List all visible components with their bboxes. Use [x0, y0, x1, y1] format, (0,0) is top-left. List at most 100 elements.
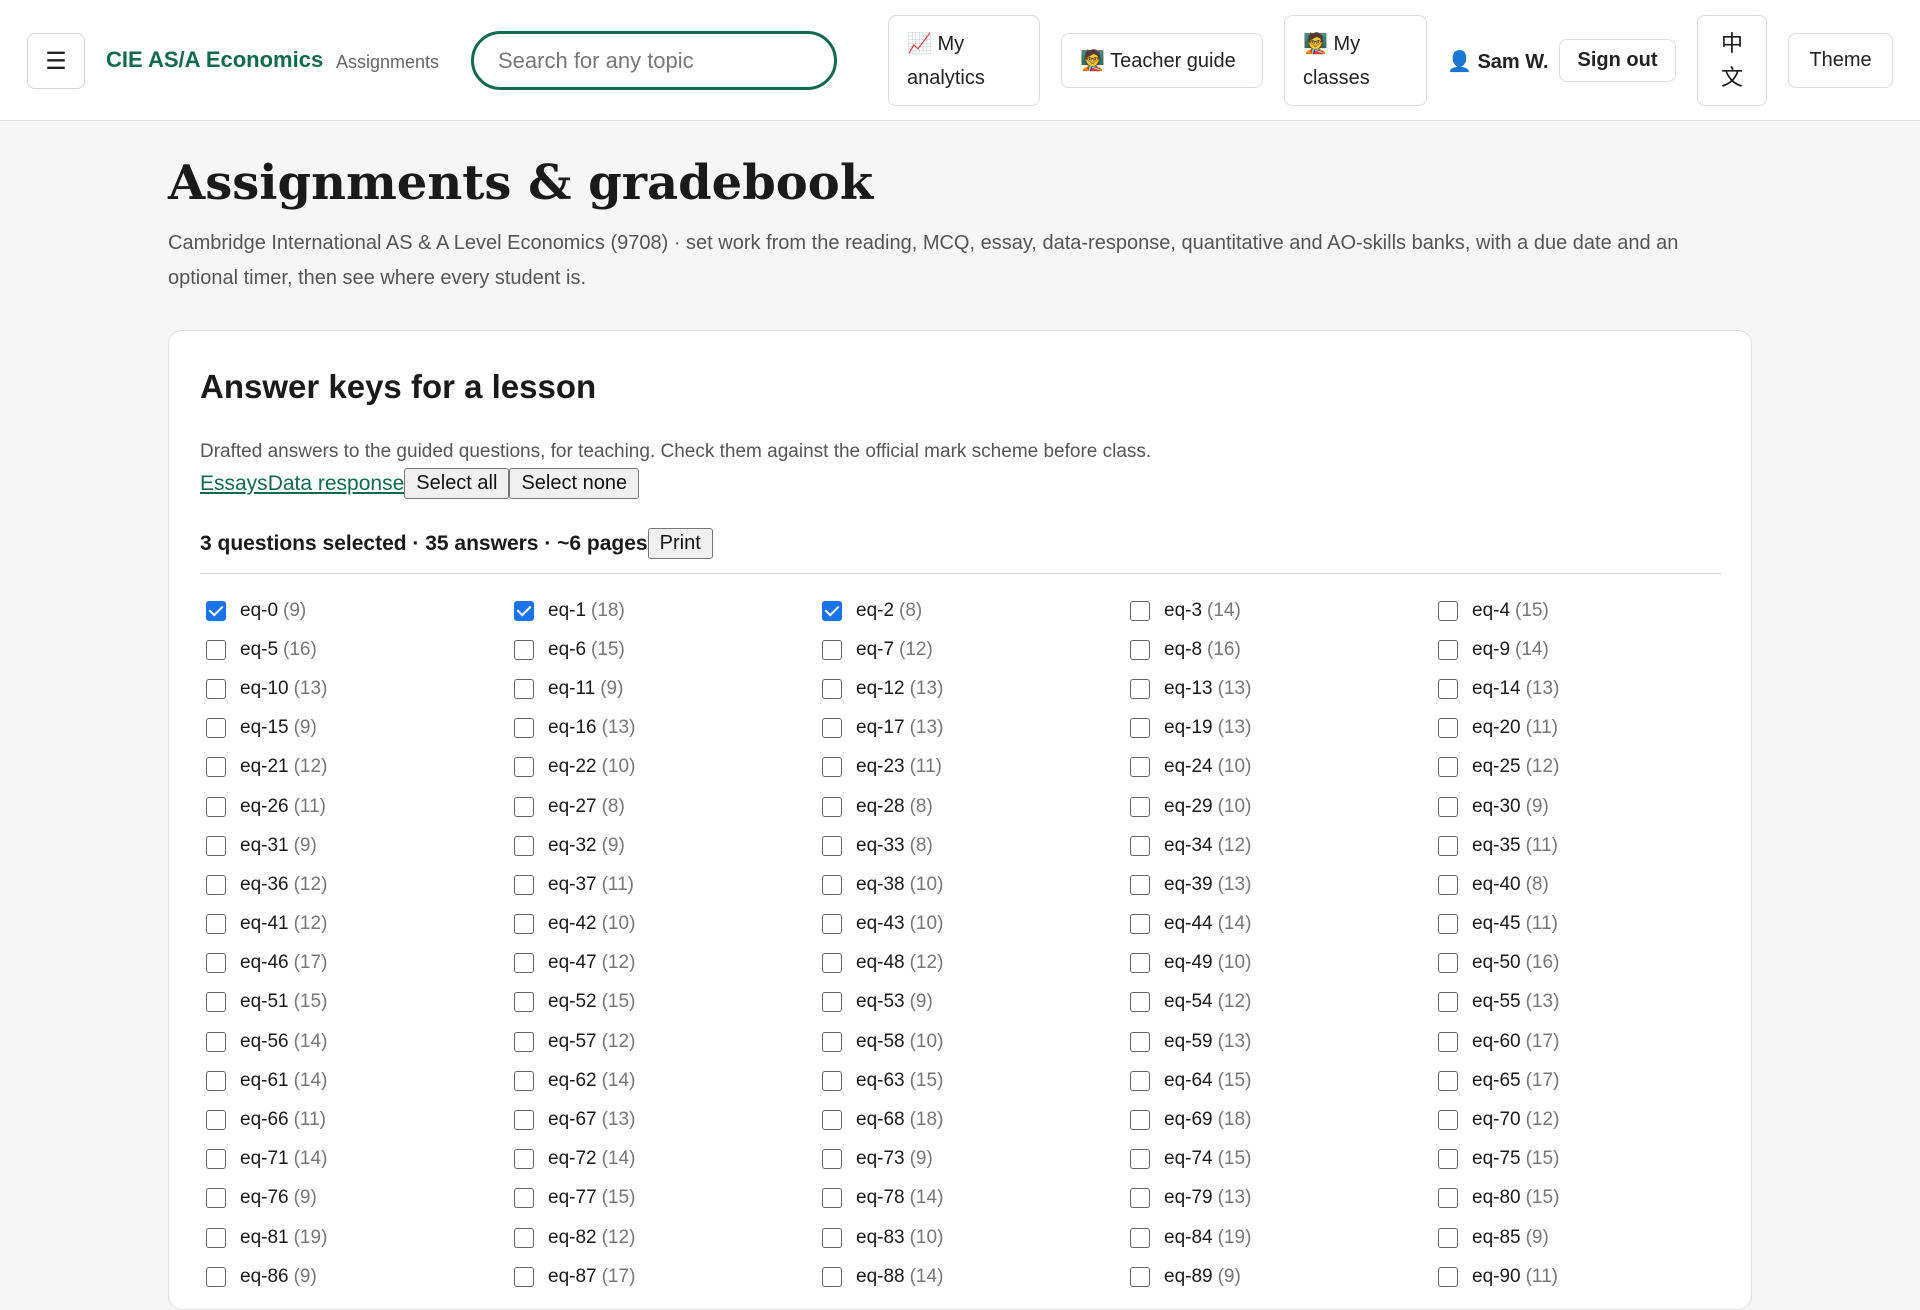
question-item[interactable]: eq-65 (17) — [1432, 1061, 1740, 1100]
question-item[interactable]: eq-82 (12) — [508, 1218, 816, 1257]
question-checkbox[interactable] — [822, 1110, 842, 1131]
question-checkbox[interactable] — [1438, 600, 1458, 621]
question-checkbox[interactable] — [1130, 639, 1150, 660]
question-checkbox[interactable] — [822, 835, 842, 856]
question-checkbox[interactable] — [822, 992, 842, 1013]
question-item[interactable]: eq-68 (18) — [816, 1100, 1124, 1139]
question-item[interactable]: eq-47 (12) — [508, 944, 816, 983]
question-item[interactable]: eq-34 (12) — [1124, 826, 1432, 865]
question-item[interactable]: eq-29 (10) — [1124, 787, 1432, 826]
question-item[interactable]: eq-71 (14) — [200, 1140, 508, 1179]
question-checkbox[interactable] — [1130, 678, 1150, 699]
question-checkbox[interactable] — [206, 796, 226, 817]
question-checkbox[interactable] — [1130, 835, 1150, 856]
question-checkbox[interactable] — [822, 914, 842, 935]
question-checkbox[interactable] — [1130, 1188, 1150, 1209]
question-item[interactable]: eq-81 (19) — [200, 1218, 508, 1257]
question-checkbox[interactable] — [1130, 600, 1150, 621]
question-checkbox[interactable] — [514, 835, 534, 856]
search-input[interactable] — [471, 31, 837, 90]
question-item[interactable]: eq-26 (11) — [200, 787, 508, 826]
question-item[interactable]: eq-62 (14) — [508, 1061, 816, 1100]
question-checkbox[interactable] — [1130, 874, 1150, 895]
question-item[interactable]: eq-48 (12) — [816, 944, 1124, 983]
question-item[interactable]: eq-59 (13) — [1124, 1022, 1432, 1061]
question-item[interactable]: eq-27 (8) — [508, 787, 816, 826]
question-item[interactable]: eq-31 (9) — [200, 826, 508, 865]
question-checkbox[interactable] — [822, 796, 842, 817]
question-item[interactable]: eq-3 (14) — [1124, 591, 1432, 630]
question-checkbox[interactable] — [822, 639, 842, 660]
question-checkbox[interactable] — [1438, 914, 1458, 935]
question-checkbox[interactable] — [514, 1188, 534, 1209]
question-checkbox[interactable] — [1438, 796, 1458, 817]
question-checkbox[interactable] — [206, 1266, 226, 1287]
question-checkbox[interactable] — [1130, 757, 1150, 778]
question-checkbox[interactable] — [1438, 1070, 1458, 1091]
question-item[interactable]: eq-6 (15) — [508, 630, 816, 669]
question-item[interactable]: eq-30 (9) — [1432, 787, 1740, 826]
question-item[interactable]: eq-43 (10) — [816, 905, 1124, 944]
question-checkbox[interactable] — [514, 874, 534, 895]
question-item[interactable]: eq-10 (13) — [200, 669, 508, 708]
question-checkbox[interactable] — [514, 1266, 534, 1287]
select-all-button[interactable]: Select all — [404, 468, 510, 499]
question-item[interactable]: eq-72 (14) — [508, 1140, 816, 1179]
question-checkbox[interactable] — [822, 1031, 842, 1052]
question-item[interactable]: eq-86 (9) — [200, 1257, 508, 1296]
question-checkbox[interactable] — [1438, 953, 1458, 974]
question-item[interactable]: eq-19 (13) — [1124, 709, 1432, 748]
question-checkbox[interactable] — [206, 1227, 226, 1248]
question-item[interactable]: eq-9 (14) — [1432, 630, 1740, 669]
question-checkbox[interactable] — [514, 796, 534, 817]
my-analytics-button[interactable]: 📈 My analytics — [888, 15, 1040, 106]
question-checkbox[interactable] — [822, 1188, 842, 1209]
question-item[interactable]: eq-1 (18) — [508, 591, 816, 630]
question-checkbox[interactable] — [1130, 1227, 1150, 1248]
question-checkbox[interactable] — [514, 639, 534, 660]
question-item[interactable]: eq-45 (11) — [1432, 905, 1740, 944]
question-item[interactable]: eq-90 (11) — [1432, 1257, 1740, 1296]
question-item[interactable]: eq-42 (10) — [508, 905, 816, 944]
question-item[interactable]: eq-0 (9) — [200, 591, 508, 630]
question-checkbox[interactable] — [514, 600, 534, 621]
question-checkbox[interactable] — [1438, 718, 1458, 739]
question-checkbox[interactable] — [206, 1070, 226, 1091]
question-item[interactable]: eq-46 (17) — [200, 944, 508, 983]
tab-essays[interactable]: Essays — [200, 472, 268, 496]
tab-data-response[interactable]: Data response — [268, 472, 405, 496]
question-item[interactable]: eq-11 (9) — [508, 669, 816, 708]
question-item[interactable]: eq-63 (15) — [816, 1061, 1124, 1100]
question-checkbox[interactable] — [1130, 953, 1150, 974]
question-checkbox[interactable] — [1438, 992, 1458, 1013]
question-checkbox[interactable] — [822, 1070, 842, 1091]
question-checkbox[interactable] — [822, 757, 842, 778]
question-checkbox[interactable] — [1438, 874, 1458, 895]
question-item[interactable]: eq-89 (9) — [1124, 1257, 1432, 1296]
question-item[interactable]: eq-20 (11) — [1432, 709, 1740, 748]
menu-button[interactable]: ☰ — [27, 33, 85, 89]
question-item[interactable]: eq-58 (10) — [816, 1022, 1124, 1061]
my-classes-button[interactable]: 🧑‍🏫 My classes — [1284, 15, 1427, 106]
question-checkbox[interactable] — [206, 1110, 226, 1131]
question-checkbox[interactable] — [822, 678, 842, 699]
question-item[interactable]: eq-53 (9) — [816, 983, 1124, 1022]
question-item[interactable]: eq-77 (15) — [508, 1179, 816, 1218]
question-item[interactable]: eq-80 (15) — [1432, 1179, 1740, 1218]
question-item[interactable]: eq-33 (8) — [816, 826, 1124, 865]
question-item[interactable]: eq-21 (12) — [200, 748, 508, 787]
question-checkbox[interactable] — [822, 1227, 842, 1248]
question-item[interactable]: eq-64 (15) — [1124, 1061, 1432, 1100]
question-checkbox[interactable] — [206, 874, 226, 895]
question-item[interactable]: eq-69 (18) — [1124, 1100, 1432, 1139]
question-item[interactable]: eq-56 (14) — [200, 1022, 508, 1061]
question-item[interactable]: eq-12 (13) — [816, 669, 1124, 708]
question-item[interactable]: eq-23 (11) — [816, 748, 1124, 787]
question-checkbox[interactable] — [1130, 1031, 1150, 1052]
question-checkbox[interactable] — [514, 757, 534, 778]
question-item[interactable]: eq-4 (15) — [1432, 591, 1740, 630]
sign-out-button[interactable]: Sign out — [1559, 39, 1676, 82]
question-item[interactable]: eq-70 (12) — [1432, 1100, 1740, 1139]
question-item[interactable]: eq-88 (14) — [816, 1257, 1124, 1296]
question-item[interactable]: eq-24 (10) — [1124, 748, 1432, 787]
